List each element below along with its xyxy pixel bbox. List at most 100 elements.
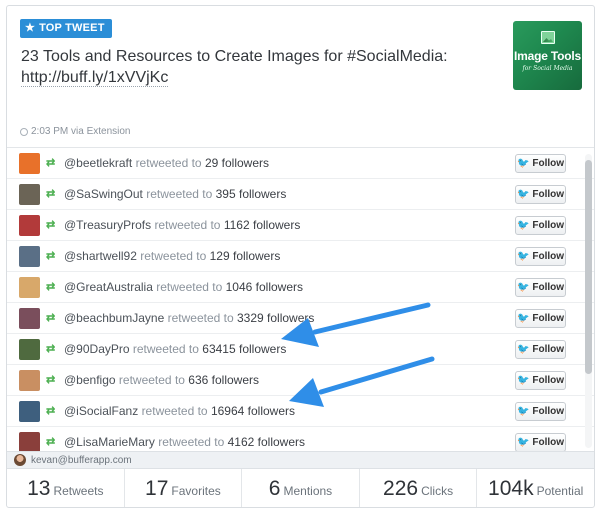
follow-button[interactable]: 🐦 Follow — [515, 371, 566, 390]
stat-number: 104k — [488, 477, 534, 500]
tweet-image-thumbnail[interactable]: Image Tools for Social Media — [513, 21, 582, 90]
retweeted-to-text: retweeted to — [158, 435, 225, 449]
follow-button[interactable]: 🐦 Follow — [515, 247, 566, 266]
retweeter-text: @90DayPro retweeted to 63415 followers — [64, 342, 286, 356]
retweeter-avatar[interactable] — [19, 338, 40, 360]
follower-count: 1162 — [223, 218, 250, 232]
retweeter-text: @shartwell92 retweeted to 129 followers — [64, 249, 280, 263]
follow-label: Follow — [532, 375, 565, 386]
retweeted-to-text: retweeted to — [146, 187, 213, 201]
stat-label: Mentions — [283, 484, 333, 498]
star-icon: ★ — [25, 22, 36, 34]
follow-button[interactable]: 🐦 Follow — [515, 433, 566, 451]
stat-favorites[interactable]: 17 Favorites — [125, 469, 243, 507]
follower-count: 4162 — [227, 435, 255, 449]
retweeter-avatar[interactable] — [19, 307, 40, 329]
follow-button[interactable]: 🐦 Follow — [515, 154, 566, 173]
retweeter-handle[interactable]: @TreasuryProfs — [64, 218, 151, 232]
stat-mentions[interactable]: 6 Mentions — [242, 469, 360, 507]
retweeter-avatar[interactable] — [19, 245, 40, 267]
stat-number: 17 — [145, 477, 169, 500]
retweeter-row: ⇄ @TreasuryProfs retweeted to 1162 follow… — [7, 210, 594, 241]
follower-count: 395 — [215, 187, 236, 201]
follow-button[interactable]: 🐦 Follow — [515, 309, 566, 328]
retweeter-handle[interactable]: @SaSwingOut — [64, 187, 143, 201]
retweeter-row: ⇄ @benfigo retweeted to 636 followers 🐦 Fol… — [7, 365, 594, 396]
followers-label: followers — [267, 311, 315, 325]
retweeter-text: @TreasuryProfs retweeted to 1162 followe… — [64, 218, 300, 232]
follow-button[interactable]: 🐦 Follow — [515, 402, 566, 421]
retweeter-text: @benfigo retweeted to 636 followers — [64, 373, 259, 387]
retweeter-avatar[interactable] — [19, 431, 40, 451]
retweeter-row: ⇄ @GreatAustralia retweeted to 1046 follo… — [7, 272, 594, 303]
tweet-link[interactable]: http://buff.ly/1xVVjKc — [21, 69, 169, 87]
twitter-bird-icon: 🐦 — [516, 343, 530, 355]
retweeter-avatar[interactable] — [19, 369, 40, 391]
retweeter-row: ⇄ @beachbumJayne retweeted to 3329 follow… — [7, 303, 594, 334]
follower-count: 16964 — [210, 404, 245, 418]
retweet-icon: ⇄ — [46, 280, 56, 293]
twitter-bird-icon: 🐦 — [516, 188, 530, 200]
follower-count: 29 — [204, 156, 219, 170]
retweet-icon: ⇄ — [46, 435, 56, 448]
retweeters-list[interactable]: ⇄ @beetlekraft retweeted to 29 followers 🐦… — [7, 147, 594, 451]
thumbnail-subtitle: for Social Media — [522, 65, 573, 72]
follow-label: Follow — [532, 282, 565, 293]
retweeter-handle[interactable]: @beachbumJayne — [64, 311, 164, 325]
retweeter-handle[interactable]: @iSocialFanz — [64, 404, 138, 418]
retweeted-to-text: retweeted to — [167, 311, 234, 325]
stat-label: Favorites — [171, 484, 221, 498]
stat-potential[interactable]: 104k Potential — [477, 469, 594, 507]
retweeter-avatar[interactable] — [19, 183, 40, 205]
twitter-bird-icon: 🐦 — [516, 312, 530, 324]
retweeter-handle[interactable]: @90DayPro — [64, 342, 130, 356]
retweeted-to-text: retweeted to — [135, 156, 202, 170]
retweeter-row: ⇄ @iSocialFanz retweeted to 16964 followe… — [7, 396, 594, 427]
tweet-text: 23 Tools and Resources to Create Images … — [21, 46, 461, 88]
retweeter-handle[interactable]: @LisaMarieMary — [64, 435, 155, 449]
retweeter-text: @beetlekraft retweeted to 29 followers — [64, 156, 269, 170]
list-scrollbar[interactable] — [585, 154, 592, 448]
badge-label: TOP TWEET — [39, 22, 105, 34]
scrollbar-thumb[interactable] — [585, 160, 592, 374]
follower-count: 63415 — [202, 342, 236, 356]
retweeter-row: ⇄ @90DayPro retweeted to 63415 followers 🐦… — [7, 334, 594, 365]
image-icon — [541, 31, 555, 44]
retweet-icon: ⇄ — [46, 404, 56, 417]
follower-count: 3329 — [236, 311, 264, 325]
retweeter-handle[interactable]: @beetlekraft — [64, 156, 132, 170]
retweeted-to-text: retweeted to — [132, 342, 199, 356]
followers-label: followers — [252, 218, 301, 232]
retweeter-handle[interactable]: @GreatAustralia — [64, 280, 153, 294]
twitter-bird-icon: 🐦 — [516, 374, 530, 386]
retweeter-row: ⇄ @LisaMarieMary retweeted to 4162 follow… — [7, 427, 594, 451]
follow-button[interactable]: 🐦 Follow — [515, 216, 566, 235]
retweeter-avatar[interactable] — [19, 152, 40, 174]
follow-button[interactable]: 🐦 Follow — [515, 278, 566, 297]
stat-label: Retweets — [53, 484, 104, 498]
followers-label: followers — [247, 404, 296, 418]
follower-count: 1046 — [225, 280, 253, 294]
retweet-icon: ⇄ — [46, 187, 56, 200]
retweeter-avatar[interactable] — [19, 400, 40, 422]
retweeted-to-text: retweeted to — [141, 404, 208, 418]
twitter-bird-icon: 🐦 — [516, 157, 530, 169]
retweeter-handle[interactable]: @benfigo — [64, 373, 116, 387]
retweeted-to-text: retweeted to — [154, 218, 221, 232]
stats-bar: 13 Retweets 17 Favorites 6 Mentions 226 Clicks 1… — [7, 469, 594, 507]
stat-number: 6 — [268, 477, 281, 500]
retweeted-to-text: retweeted to — [118, 373, 185, 387]
user-email: kevan@bufferapp.com — [31, 454, 132, 466]
stat-clicks[interactable]: 226 Clicks — [360, 469, 478, 507]
retweeter-avatar[interactable] — [19, 214, 40, 236]
follow-button[interactable]: 🐦 Follow — [515, 185, 566, 204]
retweeter-handle[interactable]: @shartwell92 — [64, 249, 137, 263]
follow-label: Follow — [532, 406, 565, 417]
stat-number: 13 — [27, 477, 51, 500]
retweet-icon: ⇄ — [46, 218, 56, 231]
retweeter-avatar[interactable] — [19, 276, 40, 298]
stat-label: Clicks — [421, 484, 454, 498]
follow-button[interactable]: 🐦 Follow — [515, 340, 566, 359]
retweeter-text: @LisaMarieMary retweeted to 4162 followe… — [64, 435, 305, 449]
stat-retweets[interactable]: 13 Retweets — [7, 469, 125, 507]
